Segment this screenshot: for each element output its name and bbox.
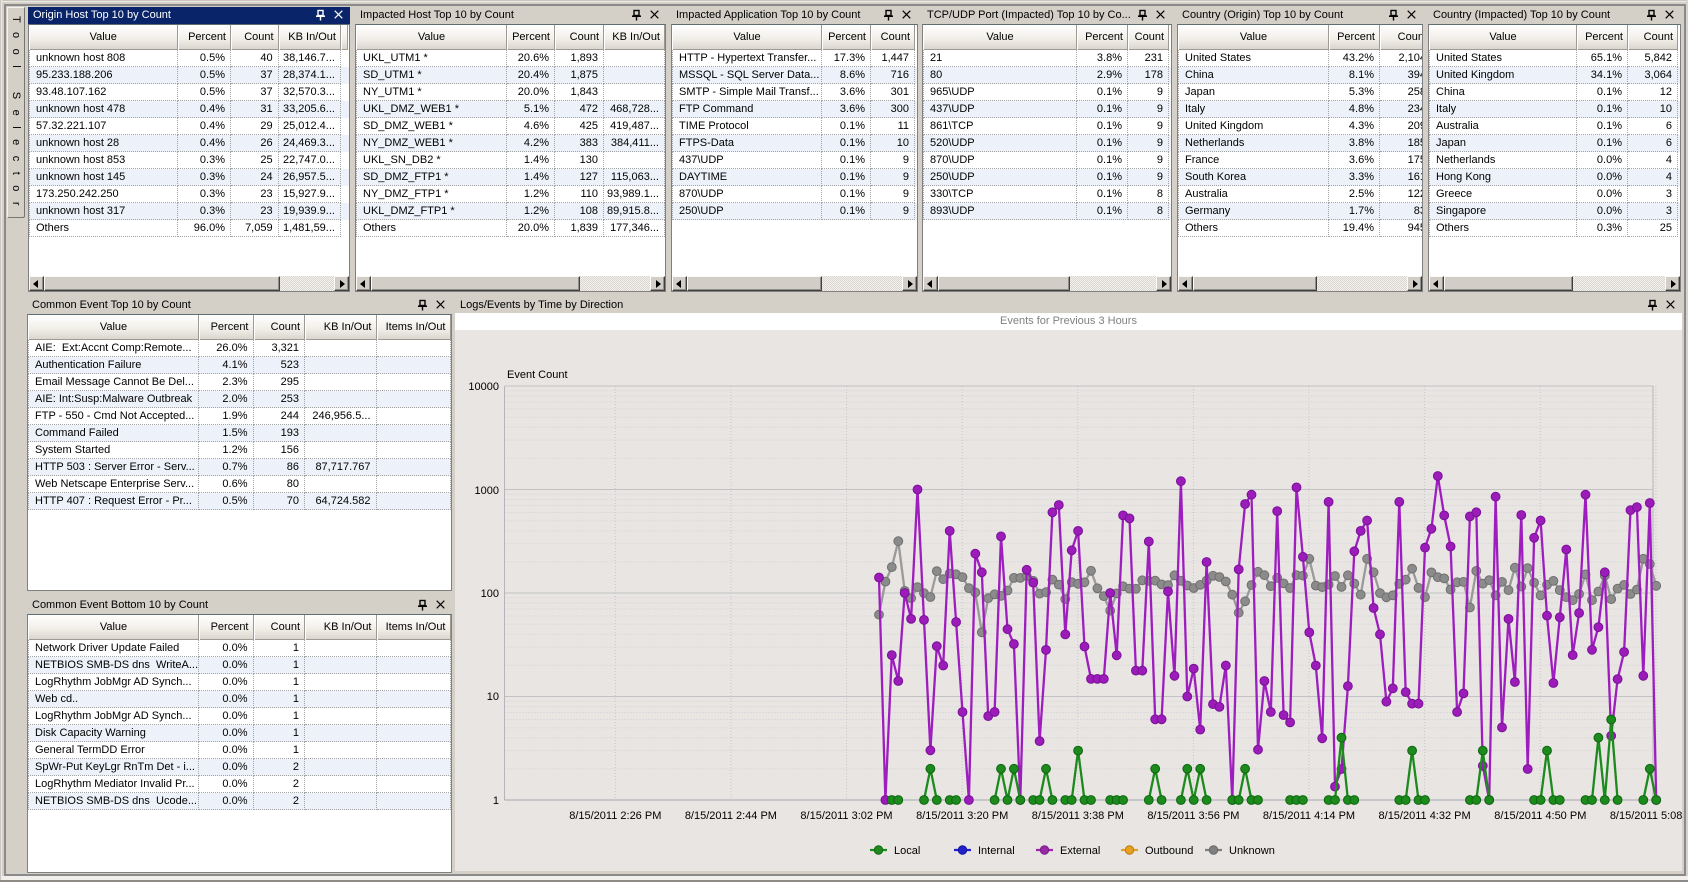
svg-text:Unknown: Unknown	[1229, 845, 1275, 857]
svg-text:8/15/2011 3:56 PM: 8/15/2011 3:56 PM	[1147, 810, 1239, 822]
svg-text:8/15/2011 4:32 PM: 8/15/2011 4:32 PM	[1379, 810, 1471, 822]
svg-text:100: 100	[481, 588, 499, 600]
svg-text:10: 10	[487, 691, 499, 703]
svg-text:10000: 10000	[468, 381, 499, 393]
svg-text:8/15/2011 3:20 PM: 8/15/2011 3:20 PM	[916, 810, 1008, 822]
svg-text:8/15/2011 4:50 PM: 8/15/2011 4:50 PM	[1494, 810, 1586, 822]
svg-text:8/15/2011 3:38 PM: 8/15/2011 3:38 PM	[1032, 810, 1124, 822]
svg-text:8/15/2011 5:08 PM: 8/15/2011 5:08 PM	[1610, 810, 1682, 822]
svg-text:1000: 1000	[475, 485, 499, 497]
svg-text:Event Count: Event Count	[507, 369, 568, 381]
svg-text:Local: Local	[894, 845, 920, 857]
svg-text:External: External	[1060, 845, 1100, 857]
svg-text:8/15/2011 3:02 PM: 8/15/2011 3:02 PM	[800, 810, 892, 822]
svg-text:Internal: Internal	[978, 845, 1015, 857]
svg-text:8/15/2011 2:26 PM: 8/15/2011 2:26 PM	[569, 810, 661, 822]
svg-text:Outbound: Outbound	[1145, 845, 1193, 857]
svg-text:8/15/2011 4:14 PM: 8/15/2011 4:14 PM	[1263, 810, 1355, 822]
svg-text:1: 1	[493, 795, 499, 807]
svg-text:8/15/2011 2:44 PM: 8/15/2011 2:44 PM	[685, 810, 777, 822]
